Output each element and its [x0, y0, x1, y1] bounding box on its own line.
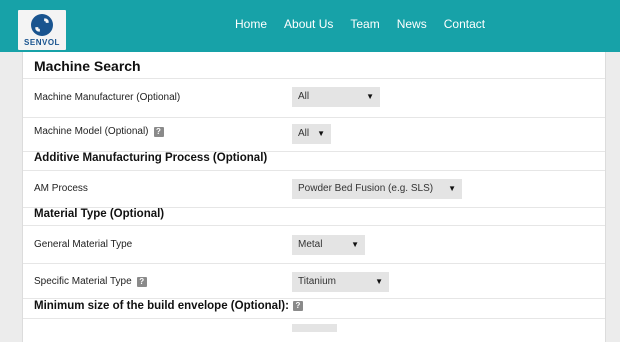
divider — [23, 170, 605, 171]
nav-about-us[interactable]: About Us — [284, 17, 333, 31]
am-process-select-value: Powder Bed Fusion (e.g. SLS) — [298, 183, 434, 194]
divider — [23, 263, 605, 264]
divider — [23, 117, 605, 118]
envelope-section-text: Minimum size of the build envelope (Opti… — [34, 300, 289, 312]
am-process-label: AM Process — [34, 183, 88, 194]
help-icon[interactable]: ? — [292, 301, 303, 311]
divider — [23, 225, 605, 226]
senvol-logo[interactable]: SENVOL — [18, 10, 66, 50]
specific-material-select[interactable]: Titanium ▼ — [292, 272, 389, 292]
model-select-value: All — [298, 128, 310, 139]
caret-down-icon: ▼ — [448, 184, 456, 193]
envelope-section-title: Minimum size of the build envelope (Opti… — [34, 300, 303, 312]
specific-material-select-value: Titanium — [298, 276, 336, 287]
material-section-title: Material Type (Optional) — [34, 208, 165, 220]
logo-text: SENVOL — [24, 38, 60, 47]
divider — [23, 318, 605, 319]
am-process-select[interactable]: Powder Bed Fusion (e.g. SLS) ▼ — [292, 179, 462, 199]
general-material-select-value: Metal — [298, 239, 323, 250]
general-material-label: General Material Type — [34, 239, 133, 250]
nav-home[interactable]: Home — [235, 17, 267, 31]
am-section-title: Additive Manufacturing Process (Optional… — [34, 152, 268, 164]
help-icon[interactable]: ? — [153, 126, 164, 137]
divider — [23, 78, 605, 79]
general-material-select[interactable]: Metal ▼ — [292, 235, 365, 255]
caret-down-icon: ▼ — [351, 240, 359, 249]
nav-contact[interactable]: Contact — [444, 17, 485, 31]
help-icon[interactable]: ? — [136, 276, 147, 287]
nav-news[interactable]: News — [397, 17, 427, 31]
model-label: Machine Model (Optional) ? — [34, 126, 164, 137]
model-label-text: Machine Model (Optional) — [34, 126, 149, 137]
main-nav: Home About Us Team News Contact — [235, 17, 502, 31]
caret-down-icon: ▼ — [317, 129, 325, 138]
caret-down-icon: ▼ — [375, 277, 383, 286]
senvol-logo-mark — [31, 14, 53, 36]
caret-down-icon: ▼ — [366, 92, 374, 101]
divider — [23, 298, 605, 299]
envelope-input-partial[interactable] — [292, 324, 337, 332]
manufacturer-label: Machine Manufacturer (Optional) — [34, 92, 181, 103]
top-navigation-bar: SENVOL Home About Us Team News Contact — [0, 0, 620, 52]
manufacturer-select-value: All — [298, 91, 310, 102]
page-title: Machine Search — [34, 58, 141, 74]
model-select[interactable]: All ▼ — [292, 124, 331, 144]
specific-material-label: Specific Material Type ? — [34, 276, 147, 287]
specific-material-label-text: Specific Material Type — [34, 276, 132, 287]
nav-team[interactable]: Team — [350, 17, 379, 31]
machine-search-panel: Machine Search Machine Manufacturer (Opt… — [22, 52, 606, 342]
manufacturer-select[interactable]: All ▼ — [292, 87, 380, 107]
